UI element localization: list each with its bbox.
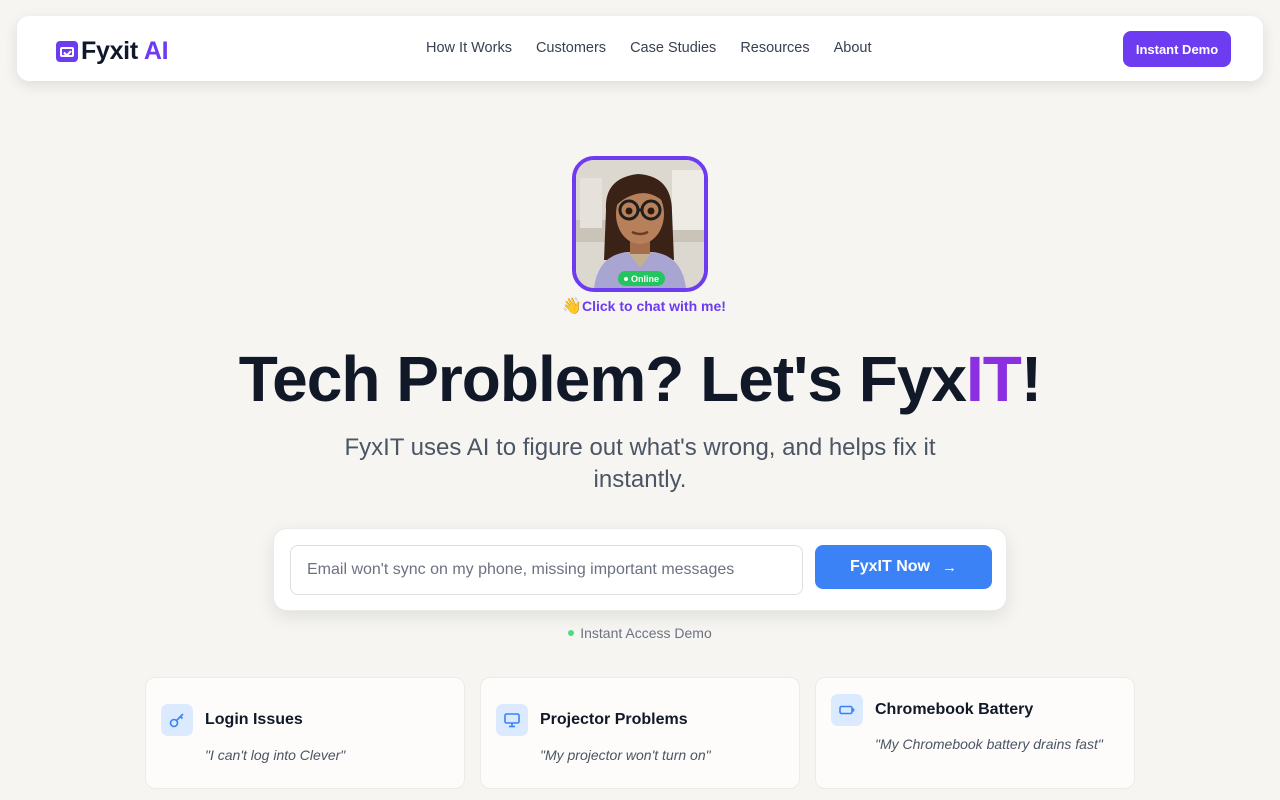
access-note: Instant Access Demo (0, 625, 1280, 641)
nav-link-about[interactable]: About (834, 40, 872, 56)
nav-links: How It Works Customers Case Studies Reso… (426, 40, 872, 56)
card-title: Login Issues (205, 711, 303, 728)
assistant-avatar[interactable]: Online (572, 156, 708, 292)
card-quote: "My Chromebook battery drains fast" (875, 736, 1103, 752)
avatar-illustration (576, 160, 704, 288)
nav-link-case-studies[interactable]: Case Studies (630, 40, 716, 56)
online-status-badge: Online (618, 271, 666, 286)
card-quote: "My projector won't turn on" (540, 747, 711, 763)
logo-text: Fyxit AI (81, 37, 169, 65)
navbar: Fyxit AI How It Works Customers Case Stud… (17, 16, 1263, 81)
chat-prompt-link[interactable]: 👋 Click to chat with me! (559, 296, 729, 316)
card-quote: "I can't log into Clever" (205, 747, 346, 763)
card-title: Chromebook Battery (875, 701, 1034, 718)
monitor-check-icon (56, 41, 78, 62)
card-title: Projector Problems (540, 711, 688, 728)
nav-link-how-it-works[interactable]: How It Works (426, 40, 512, 56)
issue-card-chromebook[interactable]: Chromebook Battery "My Chromebook batter… (815, 677, 1135, 789)
waving-hand-icon: 👋 (562, 298, 582, 315)
key-icon (161, 704, 193, 736)
instant-demo-button[interactable]: Instant Demo (1123, 31, 1231, 67)
logo[interactable]: Fyxit AI (56, 37, 169, 66)
hero-title: Tech Problem? Let's FyxIT! (238, 343, 1042, 415)
problem-input[interactable] (290, 545, 803, 595)
hero-subtitle: FyxIT uses AI to figure out what's wrong… (344, 434, 936, 493)
status-dot-icon (624, 276, 628, 281)
battery-icon (831, 694, 863, 726)
monitor-icon (496, 704, 528, 736)
status-dot-icon (568, 630, 575, 636)
nav-link-customers[interactable]: Customers (536, 40, 606, 56)
nav-link-resources[interactable]: Resources (740, 40, 809, 56)
fyxit-now-button[interactable]: FyxIT Now → (815, 545, 992, 589)
arrow-right-icon: → (942, 558, 957, 576)
issue-card-projector[interactable]: Projector Problems "My projector won't t… (480, 677, 800, 789)
problem-search-card: FyxIT Now → (273, 528, 1007, 611)
issue-card-login[interactable]: Login Issues "I can't log into Clever" (145, 677, 465, 789)
